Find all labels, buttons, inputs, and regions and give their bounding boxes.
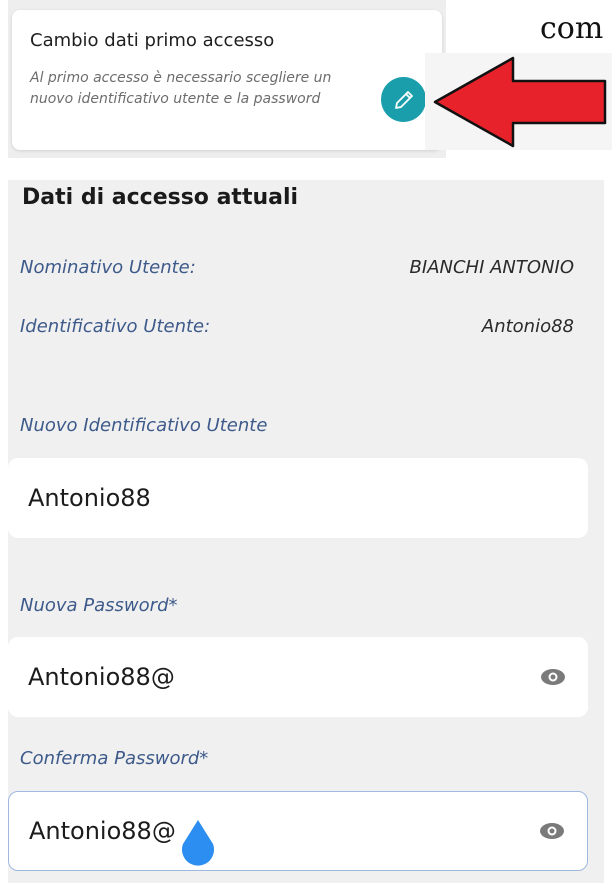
nominativo-value: BIANCHI ANTONIO <box>409 257 574 278</box>
card-title: Cambio dati primo accesso <box>30 30 275 51</box>
card-description: Al primo accesso è necessario scegliere … <box>30 70 332 107</box>
new-password-input[interactable]: Antonio88@ <box>8 637 588 717</box>
new-id-value: Antonio88 <box>28 484 151 512</box>
identificativo-label: Identificativo Utente: <box>20 316 211 337</box>
cropped-heading-text: com <box>540 11 604 46</box>
red-arrow-icon <box>433 56 607 148</box>
text-cursor-handle-icon[interactable] <box>179 818 217 868</box>
section-title: Dati di accesso attuali <box>22 185 299 210</box>
new-id-label: Nuovo Identificativo Utente <box>20 415 268 436</box>
confirm-password-value: Antonio88@ <box>29 817 176 845</box>
identificativo-value: Antonio88 <box>481 316 574 337</box>
new-password-value: Antonio88@ <box>28 663 175 691</box>
new-password-label: Nuova Password* <box>20 595 178 616</box>
eye-icon[interactable] <box>539 822 565 840</box>
nominativo-label: Nominativo Utente: <box>20 257 196 278</box>
new-id-input[interactable]: Antonio88 <box>8 458 588 538</box>
pencil-icon <box>394 90 413 109</box>
confirm-password-input[interactable]: Antonio88@ <box>8 791 588 871</box>
confirm-password-label: Conferma Password* <box>20 748 209 769</box>
arrow-annotation-area <box>425 53 612 150</box>
eye-icon[interactable] <box>540 668 566 686</box>
edit-button[interactable] <box>381 77 426 122</box>
